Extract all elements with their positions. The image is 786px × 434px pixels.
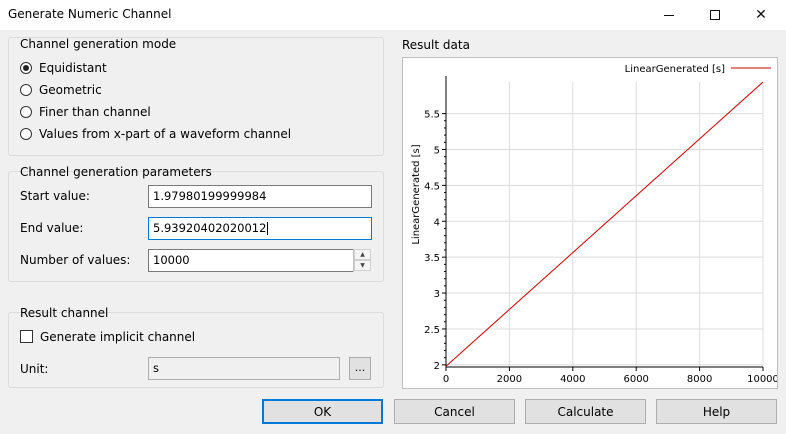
maximize-button[interactable] xyxy=(692,0,738,30)
params-group-title: Channel generation parameters xyxy=(20,165,212,179)
unit-browse-button[interactable]: ... xyxy=(349,357,371,380)
calculate-button[interactable]: Calculate xyxy=(525,399,646,424)
start-value-text: 1.97980199999984 xyxy=(153,189,267,203)
number-of-values-label: Number of values: xyxy=(20,253,131,267)
unit-label: Unit: xyxy=(20,362,49,376)
spin-down-icon[interactable]: ▼ xyxy=(354,260,371,271)
radio-button[interactable] xyxy=(20,106,32,118)
end-value-label: End value: xyxy=(20,221,84,235)
result-channel-group-title: Result channel xyxy=(20,306,109,320)
legend-label: LinearGenerated [s] xyxy=(625,64,725,75)
radio-finer-than-channel[interactable]: Finer than channel xyxy=(20,104,151,120)
chart-svg: 0 2000 4000 6000 8000 10000 2 2.5 3 3.5 4 4.5 5 5.5 Li… xyxy=(411,64,779,385)
radio-label: Finer than channel xyxy=(39,105,151,119)
y-tick-label: 4 xyxy=(434,217,440,228)
close-icon: ✕ xyxy=(755,7,767,23)
mode-group-title: Channel generation mode xyxy=(20,37,177,51)
result-data-title: Result data xyxy=(402,38,470,52)
generate-implicit-label[interactable]: Generate implicit channel xyxy=(40,330,195,344)
radio-button[interactable] xyxy=(20,84,32,96)
spin-up-icon[interactable]: ▲ xyxy=(354,249,371,260)
y-tick-label: 4.5 xyxy=(424,181,440,192)
x-tick-label: 6000 xyxy=(623,374,648,385)
x-tick-label: 4000 xyxy=(560,374,585,385)
unit-input[interactable]: s xyxy=(148,357,340,380)
radio-label: Geometric xyxy=(39,83,102,97)
radio-button[interactable] xyxy=(20,62,32,74)
series-line xyxy=(445,81,764,367)
end-value-input[interactable]: 5.93920402020012 xyxy=(148,217,372,240)
ok-button[interactable]: OK xyxy=(262,399,383,424)
close-button[interactable]: ✕ xyxy=(738,0,784,30)
y-tick-label: 3.5 xyxy=(424,253,440,264)
help-button[interactable]: Help xyxy=(656,399,777,424)
end-value-text: 5.93920402020012 xyxy=(153,221,267,235)
y-tick-label: 3 xyxy=(434,289,440,300)
y-tick-label: 5 xyxy=(434,145,440,156)
number-of-values-stepper[interactable]: ▲ ▼ xyxy=(353,249,371,272)
radio-button[interactable] xyxy=(20,128,32,140)
y-axis-label: LinearGenerated [s] xyxy=(411,144,422,244)
x-tick-label: 10000 xyxy=(747,374,777,385)
window-title: Generate Numeric Channel xyxy=(8,7,172,21)
cancel-button[interactable]: Cancel xyxy=(394,399,515,424)
text-caret xyxy=(267,222,269,235)
maximize-icon xyxy=(710,10,720,20)
radio-geometric[interactable]: Geometric xyxy=(20,82,102,98)
start-value-input[interactable]: 1.97980199999984 xyxy=(148,185,372,208)
y-tick-label: 2.5 xyxy=(424,325,440,336)
y-tick-label: 2 xyxy=(434,361,440,372)
x-tick-label: 0 xyxy=(443,374,449,385)
radio-values-from-waveform[interactable]: Values from x-part of a waveform channel xyxy=(20,126,291,142)
unit-text: s xyxy=(153,361,159,375)
number-of-values-input[interactable]: 10000 xyxy=(148,249,354,272)
number-of-values-text: 10000 xyxy=(153,253,190,267)
x-tick-label: 2000 xyxy=(497,374,522,385)
generate-implicit-checkbox[interactable] xyxy=(20,330,33,343)
radio-equidistant[interactable]: Equidistant xyxy=(20,60,107,76)
result-chart: 0 2000 4000 6000 8000 10000 2 2.5 3 3.5 4 4.5 5 5.5 Li… xyxy=(402,57,779,389)
minimize-button[interactable] xyxy=(646,0,692,30)
x-tick-label: 8000 xyxy=(687,374,712,385)
title-bar: Generate Numeric Channel ✕ xyxy=(0,0,786,30)
start-value-label: Start value: xyxy=(20,189,90,203)
minimize-icon xyxy=(664,14,674,16)
radio-label: Values from x-part of a waveform channel xyxy=(39,127,292,141)
radio-selected-dot xyxy=(23,65,29,71)
radio-label: Equidistant xyxy=(39,61,107,75)
y-tick-label: 5.5 xyxy=(424,110,440,121)
